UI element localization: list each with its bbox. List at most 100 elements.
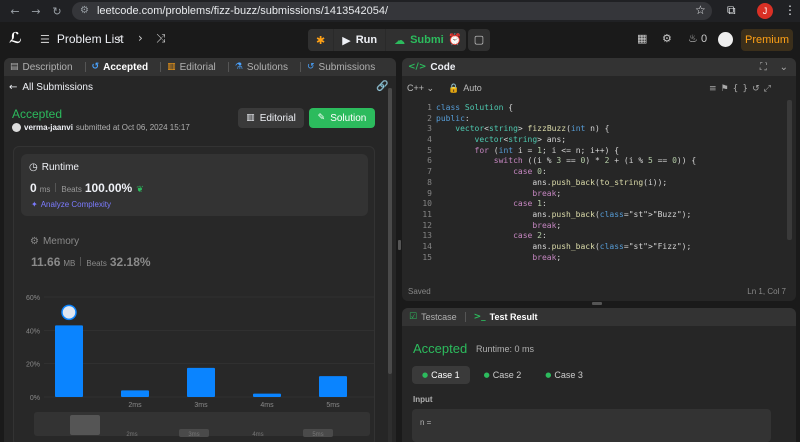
reload-icon[interactable]: ↻ xyxy=(51,6,63,17)
arrow-left-icon: ← xyxy=(9,82,18,93)
analyze-complexity-link[interactable]: ✦ Analyze Complexity xyxy=(31,200,111,209)
line-number: 13 xyxy=(422,231,432,241)
performance-card: ◷ Runtime 0 ms Beats 100.00% ❦ ✦ Analyze C… xyxy=(13,146,375,442)
premium-button[interactable]: Premium xyxy=(741,29,793,51)
tab-accepted[interactable]: ↺ Accepted xyxy=(92,62,149,73)
site-info-icon[interactable]: ⚙ xyxy=(80,6,89,16)
debug-button[interactable]: ✱ xyxy=(308,29,334,51)
left-scrollbar[interactable] xyxy=(388,88,392,442)
streak-fire-icon[interactable]: ♨ xyxy=(688,33,698,44)
tab-testcase[interactable]: ☑ Testcase xyxy=(409,312,457,322)
tab-submissions[interactable]: ↺ Submissions xyxy=(307,62,375,73)
y-tick-label: 40% xyxy=(26,328,40,335)
code-line[interactable]: class Solution { xyxy=(436,103,786,114)
code-line[interactable]: ans.push_back(class="st">"Fizz"); xyxy=(436,242,786,253)
solution-button[interactable]: ✎ Solution xyxy=(309,108,375,128)
case-tab[interactable]: ● Case 1 xyxy=(412,366,470,384)
code-line[interactable]: ans.push_back(class="st">"Buzz"); xyxy=(436,210,786,221)
code-line[interactable]: case 2: xyxy=(436,231,786,242)
note-icon[interactable]: ▢ xyxy=(468,29,490,51)
problem-list-button[interactable]: ☰ Problem List xyxy=(40,32,124,46)
browser-menu-icon[interactable]: ⋮ xyxy=(784,4,796,16)
vertical-resize-handle[interactable] xyxy=(398,240,401,250)
cloud-upload-icon: ☁ xyxy=(394,33,406,47)
code-line[interactable]: break; xyxy=(436,253,786,264)
tab-description[interactable]: ▤ Description xyxy=(10,62,73,73)
description-icon: ▤ xyxy=(10,61,19,72)
scroll-thumb[interactable] xyxy=(388,88,392,374)
chart-bar[interactable] xyxy=(319,376,347,397)
runtime-card[interactable]: ◷ Runtime 0 ms Beats 100.00% ❦ ✦ Analyze C… xyxy=(21,154,368,216)
memory-title[interactable]: ⚙ Memory xyxy=(30,236,79,247)
auto-mode-toggle[interactable]: 🔒 Auto xyxy=(448,83,482,94)
history-icon: ↺ xyxy=(91,61,100,72)
maximize-icon[interactable]: ⛶ xyxy=(760,63,767,73)
chart-bar[interactable] xyxy=(187,367,215,397)
shuffle-icon[interactable]: ⤨ xyxy=(156,32,166,44)
case-label: Case 3 xyxy=(554,370,583,380)
code-header: </> Code xyxy=(402,58,796,76)
extensions-icon[interactable]: ⧉ xyxy=(727,4,736,16)
link-icon[interactable]: 🔗 xyxy=(376,82,388,92)
chart-bar[interactable] xyxy=(253,393,281,397)
chart-bar[interactable] xyxy=(55,325,83,397)
collapse-icon[interactable]: ⌄ xyxy=(780,63,788,73)
all-submissions-link[interactable]: ← All Submissions xyxy=(9,82,93,93)
tab-label: Solutions xyxy=(246,61,288,73)
memory-beats-label: Beats xyxy=(86,259,107,268)
bookmark-star-icon[interactable]: ☆ xyxy=(695,4,706,16)
username[interactable]: verma-jaanvi xyxy=(24,123,73,132)
submitted-at: submitted at Oct 06, 2024 15:17 xyxy=(75,123,190,132)
language-select[interactable]: C++ ⌄ xyxy=(407,83,434,94)
runtime-title-label: Runtime xyxy=(41,162,79,173)
code-line[interactable]: break; xyxy=(436,221,786,232)
code-scrollbar[interactable] xyxy=(787,100,792,240)
tab-editorial[interactable]: ▥ Editorial xyxy=(167,62,216,73)
code-line[interactable]: vector<string> fizzBuzz(int n) { xyxy=(436,124,786,135)
sparkle-icon: ✦ xyxy=(31,200,38,209)
code-line[interactable]: case 1: xyxy=(436,199,786,210)
layout-grid-icon[interactable]: ▦ xyxy=(637,33,647,44)
prev-problem-icon[interactable]: ‹ xyxy=(117,32,122,44)
reset-icon[interactable]: ↺ xyxy=(752,85,764,94)
line-numbers: 1 2 3 4 5 6 7 8 9 10 11 12 13 14 15 xyxy=(402,103,432,263)
format-icon[interactable]: ≡ xyxy=(709,85,721,94)
run-button[interactable]: ▶ Run xyxy=(334,29,386,51)
code-line[interactable]: for (int i = 1; i <= n; i++) { xyxy=(436,146,786,157)
case-tab[interactable]: ● Case 2 xyxy=(474,366,532,384)
code-line[interactable]: switch ((i % 3 == 0) * 2 + (i % 5 == 0))… xyxy=(436,156,786,167)
tab-solutions[interactable]: ⚗ Solutions xyxy=(235,62,288,73)
timer-icon[interactable]: ⏰ xyxy=(444,29,466,51)
tab-label: Editorial xyxy=(179,61,216,73)
horizontal-resize-handle[interactable] xyxy=(592,302,602,305)
tab-label: Accepted xyxy=(103,61,149,73)
expand-icon[interactable]: ⤢ xyxy=(764,85,775,94)
braces-icon[interactable]: {} xyxy=(733,85,752,94)
tab-test-result[interactable]: >_ Test Result xyxy=(474,312,538,322)
next-problem-icon[interactable]: › xyxy=(138,32,143,44)
code-line[interactable]: public: xyxy=(436,114,786,125)
case-tab[interactable]: ● Case 3 xyxy=(535,366,593,384)
leetcode-logo-icon[interactable]: ℒ xyxy=(9,31,22,46)
user-avatar[interactable] xyxy=(718,32,733,47)
chart-bar[interactable] xyxy=(121,390,149,397)
profile-avatar[interactable]: J xyxy=(757,3,773,19)
address-bar[interactable]: ⚙ leetcode.com/problems/fizz-buzz/submis… xyxy=(72,2,712,20)
forward-icon[interactable]: → xyxy=(30,6,42,17)
code-editor[interactable]: class Solution {public: vector<string> f… xyxy=(436,103,786,263)
tab-label: Test Result xyxy=(489,312,538,322)
input-box: n = xyxy=(412,409,771,442)
clock-icon: ◷ xyxy=(29,162,38,173)
line-number: 10 xyxy=(422,199,432,209)
pass-dot-icon: ● xyxy=(483,370,490,379)
list-icon: ☰ xyxy=(40,32,50,46)
bookmark-icon[interactable]: ⚑ xyxy=(721,85,733,94)
code-line[interactable]: vector<string> ans; xyxy=(436,135,786,146)
code-line[interactable]: case 0: xyxy=(436,167,786,178)
code-line[interactable]: break; xyxy=(436,189,786,200)
code-line[interactable]: ans.push_back(to_string(i)); xyxy=(436,178,786,189)
back-icon[interactable]: ← xyxy=(9,6,21,17)
settings-icon[interactable]: ⚙ xyxy=(662,33,672,44)
editorial-button[interactable]: ▥ Editorial xyxy=(238,108,304,128)
overview-window[interactable] xyxy=(70,415,100,435)
